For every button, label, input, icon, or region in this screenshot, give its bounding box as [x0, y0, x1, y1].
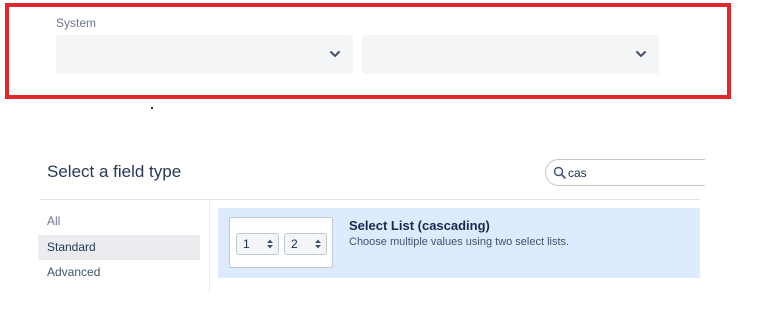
system-select-child[interactable] — [362, 35, 659, 74]
search-input[interactable] — [568, 164, 688, 181]
system-select-parent[interactable] — [56, 35, 353, 74]
up-down-arrows-icon — [315, 239, 321, 249]
preview-select-2-value: 2 — [291, 237, 298, 251]
field-type-title: Select List (cascading) — [349, 218, 490, 233]
field-type-description: Choose multiple values using two select … — [349, 236, 570, 248]
chevron-down-icon — [636, 51, 646, 57]
system-field-label: System — [56, 16, 97, 30]
preview-select-1-value: 1 — [243, 237, 250, 251]
nav-item-standard[interactable]: Standard — [38, 235, 200, 260]
search-icon — [553, 166, 566, 179]
field-type-option-cascading-select[interactable]: 1 2 Select List (cascading) Choose multi… — [218, 208, 700, 278]
stray-dot — [151, 107, 153, 109]
field-type-preview: 1 2 — [229, 217, 333, 268]
preview-select-2: 2 — [284, 233, 327, 255]
nav-item-all[interactable]: All — [38, 209, 200, 234]
header-divider — [40, 199, 700, 200]
sidebar-divider — [209, 200, 210, 292]
nav-item-advanced[interactable]: Advanced — [38, 260, 200, 285]
up-down-arrows-icon — [267, 239, 273, 249]
dialog-title: Select a field type — [47, 162, 182, 181]
preview-select-1: 1 — [236, 233, 279, 255]
search-box[interactable] — [545, 159, 705, 186]
chevron-down-icon — [330, 51, 340, 57]
